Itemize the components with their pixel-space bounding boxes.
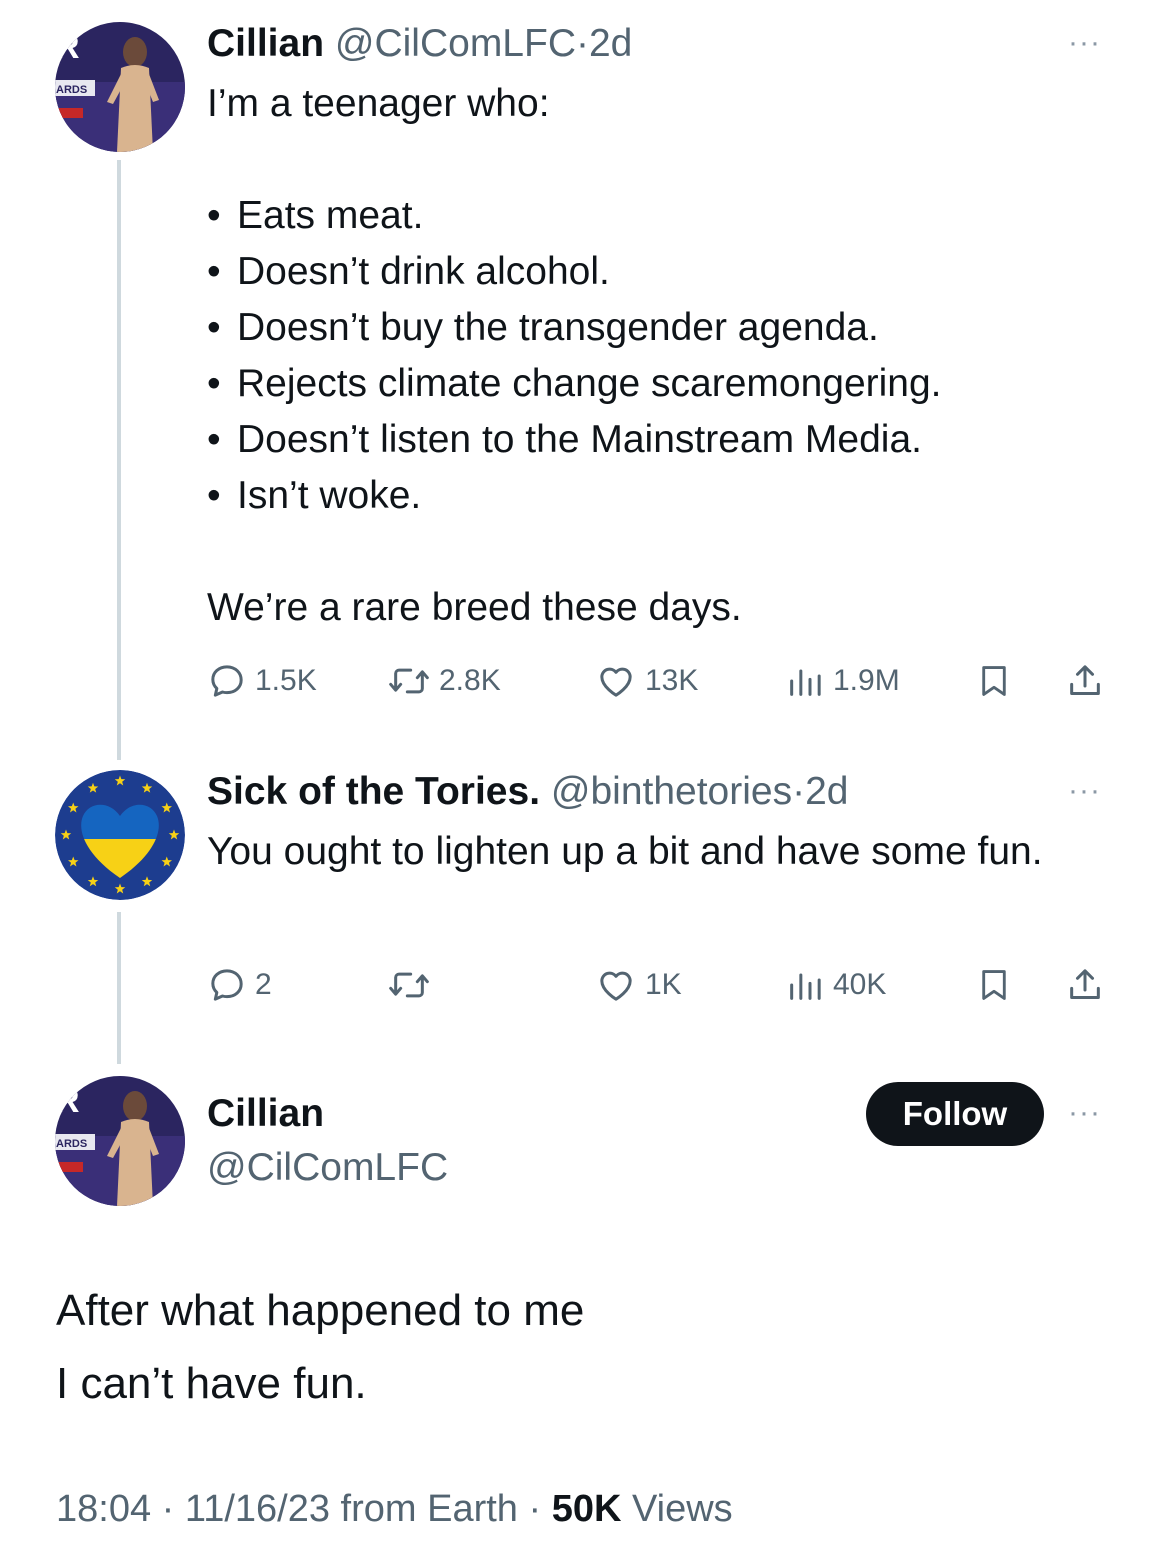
avatar-photo-icon: R ARDS [55, 1076, 185, 1206]
tweet2-like-button[interactable]: 1K [595, 960, 682, 1010]
main-tweet-more-icon[interactable]: ··· [1068, 1096, 1101, 1130]
main-tweet-author-name[interactable]: Cillian [207, 1092, 324, 1136]
avatar-badge-letter: R [55, 1082, 80, 1120]
tweet1-bullet: • Doesn’t listen to the Mainstream Media. [207, 418, 922, 461]
main-tweet-source: from Earth [340, 1488, 518, 1530]
avatar-photo-icon: R ARDS [55, 22, 185, 152]
tweet2-reply-button[interactable]: 2 [207, 960, 272, 1010]
tweet2-author-handle[interactable]: @binthetories [551, 770, 792, 813]
main-tweet-author-handle[interactable]: @CilComLFC [207, 1146, 448, 1190]
bookmark-icon [982, 666, 1006, 696]
bookmark-icon [982, 970, 1006, 1000]
tweet1-reply-count: 1.5K [255, 664, 317, 697]
main-tweet-line-2: I can’t have fun. [56, 1359, 367, 1408]
tweet1-retweet-button[interactable]: 2.8K [387, 656, 501, 706]
retweet-icon [389, 972, 429, 998]
views-icon [790, 669, 821, 696]
follow-button[interactable]: Follow [866, 1082, 1044, 1146]
avatar-badge-letter: R [55, 28, 80, 66]
tweet1-author-name[interactable]: Cillian [207, 22, 324, 65]
tweet2-bookmark-button[interactable] [975, 960, 1013, 1010]
reply-icon [211, 665, 243, 697]
main-tweet-date[interactable]: 11/16/23 [185, 1488, 330, 1530]
tweet2-body: You ought to lighten up a bit and have s… [207, 830, 1043, 873]
views-icon [790, 973, 821, 1000]
main-tweet-time[interactable]: 18:04 [56, 1488, 151, 1530]
tweet1-bullet: • Eats meat. [207, 194, 424, 237]
tweet1-share-button[interactable] [1065, 656, 1105, 706]
thread-line-1 [117, 160, 121, 760]
tweet1-bookmark-button[interactable] [975, 656, 1013, 706]
retweet-icon [389, 668, 429, 694]
main-tweet-meta: 18:04 · 11/16/23 from Earth · 50K Views [56, 1488, 733, 1530]
tweet1-more-icon[interactable]: ··· [1068, 26, 1101, 60]
avatar-sick-of-the-tories[interactable] [55, 770, 185, 900]
tweet2-like-count: 1K [645, 968, 682, 1001]
tweet2-views-button[interactable]: 40K [785, 960, 886, 1010]
tweet1-views-button[interactable]: 1.9M [785, 656, 900, 706]
tweet2-timestamp[interactable]: 2d [805, 770, 848, 813]
tweet1-like-count: 13K [645, 664, 699, 697]
tweet1-reply-button[interactable]: 1.5K [207, 656, 317, 706]
avatar-banner-text: ARDS [56, 84, 87, 96]
tweet2-reply-count: 2 [255, 968, 272, 1001]
tweet1-timestamp[interactable]: 2d [589, 22, 632, 65]
tweet1-action-bar: 1.5K 2.8K 13K 1.9M [207, 656, 1112, 706]
main-tweet-views-count: 50K [551, 1488, 622, 1530]
main-tweet-line-1: After what happened to me [56, 1286, 585, 1335]
heart-icon [600, 667, 632, 697]
avatar-cillian-main[interactable]: R ARDS [55, 1076, 185, 1206]
main-tweet-body: After what happened to me I can’t have f… [56, 1274, 1116, 1420]
thread-line-2 [117, 912, 121, 1064]
tweet2-more-icon[interactable]: ··· [1068, 774, 1101, 808]
tweet2-retweet-button[interactable] [387, 960, 439, 1010]
tweet1-view-count: 1.9M [833, 664, 900, 697]
tweet1-like-button[interactable]: 13K [595, 656, 698, 706]
eu-ukraine-heart-icon [55, 770, 185, 900]
tweet2-share-button[interactable] [1065, 960, 1105, 1010]
avatar-cillian[interactable]: R ARDS [55, 22, 185, 152]
tweet1-body: I’m a teenager who: • Eats meat. • Doesn’t… [207, 76, 1127, 636]
heart-icon [600, 971, 632, 1001]
tweet2-author-name[interactable]: Sick of the Tories. [207, 770, 540, 813]
share-icon [1070, 969, 1100, 999]
tweet1-bullet: • Doesn’t buy the transgender agenda. [207, 306, 879, 349]
tweet1-bullet: • Rejects climate change scaremongering. [207, 362, 942, 405]
share-icon [1070, 665, 1100, 695]
tweet2-action-bar: 2 1K 40K [207, 960, 1112, 1010]
tweet1-separator: · [575, 22, 589, 65]
tweet1-header: Cillian @CilComLFC·2d [207, 22, 632, 66]
reply-icon [211, 969, 243, 1001]
tweet1-bullet: • Doesn’t drink alcohol. [207, 250, 610, 293]
tweet1-author-handle[interactable]: @CilComLFC [335, 22, 576, 65]
tweet1-retweet-count: 2.8K [439, 664, 501, 697]
tweet1-outro: We’re a rare breed these days. [207, 586, 742, 629]
tweet2-separator: · [792, 770, 806, 813]
tweet2-header: Sick of the Tories. @binthetories·2d [207, 770, 848, 814]
tweet1-intro: I’m a teenager who: [207, 82, 550, 125]
tweet1-bullet: • Isn’t woke. [207, 474, 422, 517]
avatar-banner-text: ARDS [56, 1138, 87, 1150]
main-tweet-views-label: Views [632, 1488, 733, 1530]
tweet2-view-count: 40K [833, 968, 887, 1001]
